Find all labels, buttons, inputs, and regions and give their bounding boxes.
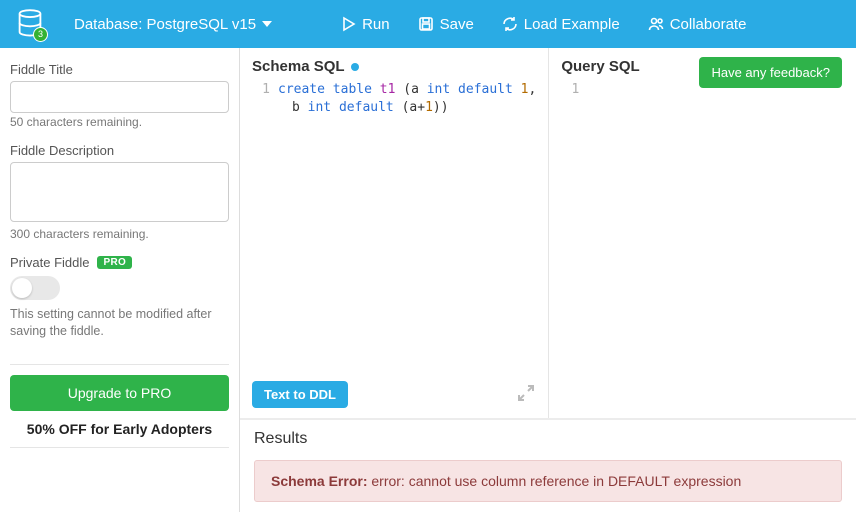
code-token: int: [427, 82, 450, 97]
header-actions: Run Save Load Example Collaborate: [340, 16, 746, 33]
schema-title: Schema SQL: [252, 58, 345, 75]
expand-icon[interactable]: [516, 383, 536, 406]
divider: [10, 447, 229, 448]
query-pane: Query SQL 1: [549, 48, 856, 418]
editors-row: Schema SQL 1 create table t1 (a int defau…: [240, 48, 856, 420]
error-message: error: cannot use column reference in DE…: [367, 473, 741, 489]
line-number: 1: [252, 81, 270, 99]
code-token: b: [292, 100, 300, 115]
collaborate-button[interactable]: Collaborate: [648, 16, 747, 33]
app-logo[interactable]: 3: [12, 6, 48, 42]
results-title: Results: [254, 430, 842, 448]
code-token: ): [441, 100, 449, 115]
content-area: Have any feedback? Schema SQL 1 create ta…: [240, 48, 856, 512]
desc-hint: 300 characters remaining.: [10, 227, 229, 241]
run-label: Run: [362, 16, 390, 33]
code-token: +: [417, 100, 425, 115]
error-label: Schema Error:: [271, 473, 367, 489]
code-token: default: [339, 100, 394, 115]
toggle-knob: [12, 278, 32, 298]
desc-label: Fiddle Description: [10, 143, 229, 158]
private-note: This setting cannot be modified after sa…: [10, 306, 229, 340]
code-token: table: [333, 82, 372, 97]
code-token: int: [308, 100, 331, 115]
text-to-ddl-button[interactable]: Text to DDL: [252, 381, 348, 408]
logo-badge: 3: [33, 27, 48, 42]
code-token: (: [403, 82, 411, 97]
code-token: 1: [521, 82, 529, 97]
run-button[interactable]: Run: [340, 16, 390, 33]
feedback-button[interactable]: Have any feedback?: [699, 57, 842, 88]
database-selector[interactable]: Database: PostgreSQL v15: [74, 16, 272, 33]
code-token: create: [278, 82, 325, 97]
refresh-icon: [502, 16, 518, 32]
code-token: t1: [380, 82, 396, 97]
code-token: ): [433, 100, 441, 115]
line-number: 1: [561, 81, 579, 99]
desc-input[interactable]: [10, 162, 229, 222]
promo-text: 50% OFF for Early Adopters: [10, 421, 229, 437]
collaborate-label: Collaborate: [670, 16, 747, 33]
results-pane: Results Schema Error: error: cannot use …: [240, 420, 856, 512]
people-icon: [648, 16, 664, 32]
query-title: Query SQL: [561, 58, 639, 75]
sidebar: Fiddle Title 50 characters remaining. Fi…: [0, 48, 240, 512]
pro-badge: PRO: [97, 256, 132, 269]
private-label: Private Fiddle: [10, 255, 89, 270]
app-header: 3 Database: PostgreSQL v15 Run Save Load…: [0, 0, 856, 48]
title-label: Fiddle Title: [10, 62, 229, 77]
schema-editor[interactable]: 1 create table t1 (a int default 1, b int…: [252, 81, 536, 373]
code-token: a: [411, 82, 419, 97]
code-token: ,: [529, 82, 537, 97]
chevron-down-icon: [262, 21, 272, 27]
divider: [10, 364, 229, 365]
error-box: Schema Error: error: cannot use column r…: [254, 460, 842, 502]
play-icon: [340, 16, 356, 32]
save-label: Save: [440, 16, 474, 33]
load-example-label: Load Example: [524, 16, 620, 33]
dirty-indicator-icon: [351, 63, 359, 71]
title-input[interactable]: [10, 81, 229, 113]
query-editor[interactable]: 1: [561, 81, 844, 418]
database-label: Database: PostgreSQL v15: [74, 16, 256, 33]
code-token: default: [458, 82, 513, 97]
save-button[interactable]: Save: [418, 16, 474, 33]
save-icon: [418, 16, 434, 32]
code-token: 1: [425, 100, 433, 115]
upgrade-button[interactable]: Upgrade to PRO: [10, 375, 229, 411]
private-toggle[interactable]: [10, 276, 60, 300]
title-hint: 50 characters remaining.: [10, 115, 229, 129]
load-example-button[interactable]: Load Example: [502, 16, 620, 33]
schema-pane: Schema SQL 1 create table t1 (a int defau…: [240, 48, 549, 418]
